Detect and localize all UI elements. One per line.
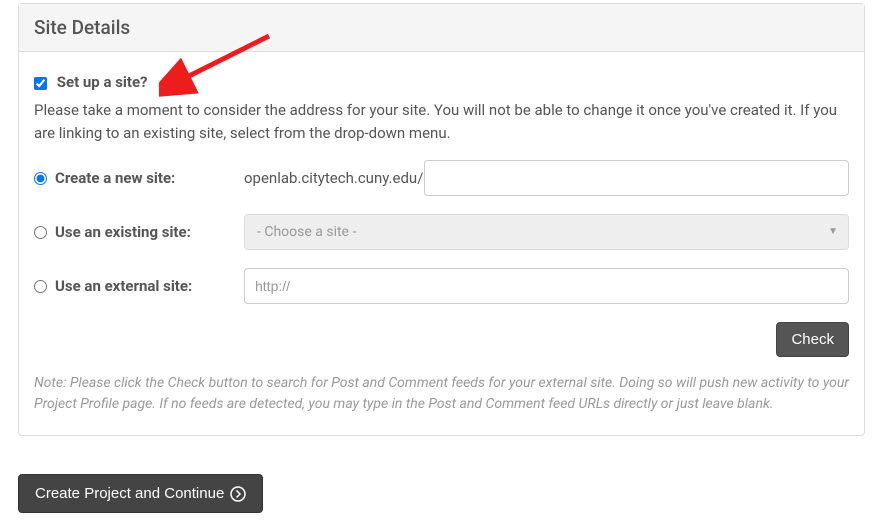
external-site-url-input[interactable] [244, 268, 849, 304]
external-site-label: Use an external site: [55, 277, 192, 295]
feeds-note: Note: Please click the Check button to s… [34, 373, 849, 415]
setup-site-row: Set up a site? [34, 73, 849, 91]
chevron-down-icon: ▼ [828, 223, 838, 241]
existing-site-row: Use an existing site: - Choose a site - … [34, 214, 849, 250]
panel-body: Set up a site? Please take a moment to c… [19, 52, 864, 435]
create-site-label: Create a new site: [55, 169, 175, 187]
panel-title: Site Details [19, 4, 864, 52]
domain-prefix: openlab.citytech.cuny.edu/ [244, 169, 423, 187]
new-site-slug-input[interactable] [424, 160, 849, 196]
submit-button-label: Create Project and Continue [35, 485, 224, 502]
external-site-radio[interactable] [34, 280, 47, 293]
check-button[interactable]: Check [776, 322, 849, 357]
setup-site-checkbox[interactable] [34, 77, 47, 90]
site-details-panel: Site Details Set up a site? Please take … [18, 3, 865, 436]
existing-site-label: Use an existing site: [55, 223, 191, 241]
setup-site-label: Set up a site? [57, 73, 148, 91]
existing-site-radio[interactable] [34, 226, 47, 239]
chevron-circle-right-icon [230, 486, 246, 502]
create-site-radio[interactable] [34, 172, 47, 185]
create-project-continue-button[interactable]: Create Project and Continue [18, 474, 263, 513]
existing-site-select[interactable]: - Choose a site - ▼ [244, 214, 849, 250]
external-site-row: Use an external site: [34, 268, 849, 304]
existing-site-select-placeholder: - Choose a site - [257, 224, 356, 240]
instructions-text: Please take a moment to consider the add… [34, 99, 849, 144]
create-site-row: Create a new site: openlab.citytech.cuny… [34, 160, 849, 196]
